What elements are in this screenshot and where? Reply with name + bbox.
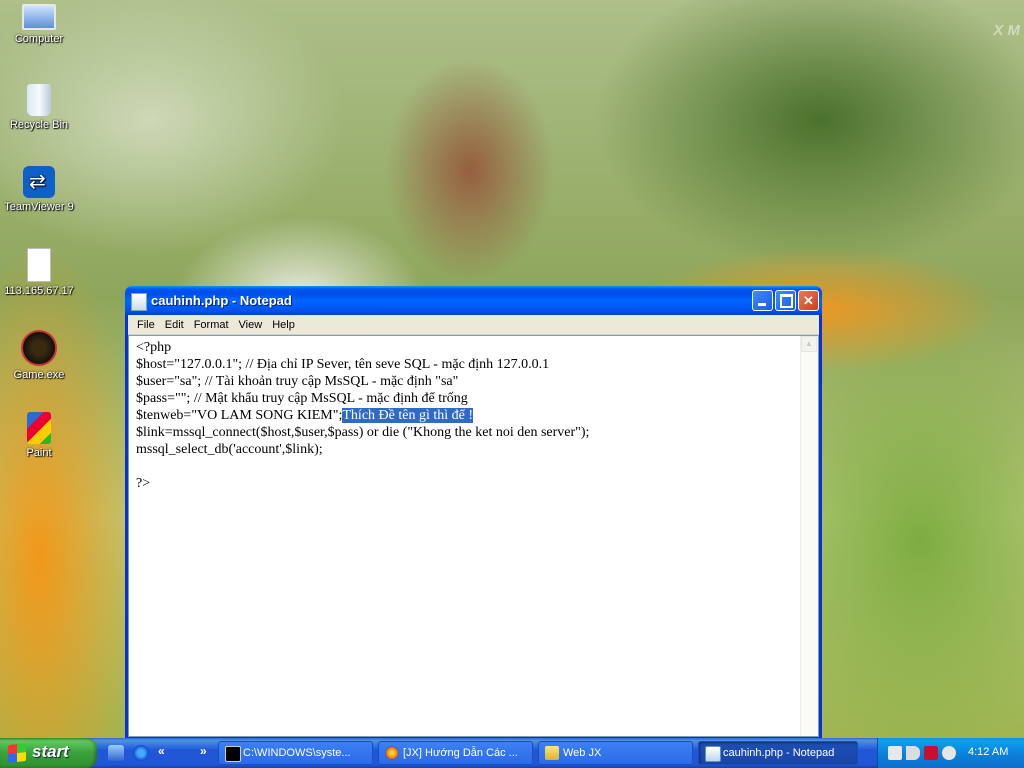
quicklaunch-chevron-icon[interactable]: « — [158, 744, 165, 758]
cmd-icon — [225, 746, 241, 762]
clock[interactable]: 4:12 AM — [968, 746, 1008, 758]
desktop-icon-game[interactable]: Game.exe — [0, 330, 78, 381]
code-line: $user="sa"; // Tài khoản truy cập MsSQL … — [136, 374, 459, 389]
desktop-icon-file[interactable]: 113.165.67.17 — [0, 248, 78, 297]
notepad-icon — [131, 293, 147, 311]
close-button[interactable]: ✕ — [798, 290, 819, 311]
internet-explorer-icon[interactable] — [133, 745, 149, 761]
desktop-icon-paint[interactable]: Paint — [0, 412, 78, 459]
task-label: [JX] Hướng Dẫn Các ... — [403, 747, 518, 759]
taskbar-chevron-icon[interactable]: » — [200, 744, 207, 758]
update-icon[interactable] — [942, 746, 956, 760]
code-line: $pass=""; // Mật khẩu truy cập MsSQL - m… — [136, 391, 468, 406]
task-label: C:\WINDOWS\syste... — [243, 747, 351, 759]
chevron-up-icon: ▲ — [805, 339, 813, 348]
teamviewer-icon — [23, 166, 55, 198]
menu-bar: File Edit Format View Help — [128, 315, 819, 335]
file-icon — [27, 248, 51, 282]
taskbar: start « » C:\WINDOWS\syste... [JX] Hướng… — [0, 738, 1024, 768]
desktop-icon-label: TeamViewer 9 — [4, 201, 74, 213]
computer-icon — [22, 4, 56, 30]
system-tray: 4:12 AM — [877, 738, 1024, 768]
folder-icon — [545, 746, 559, 760]
code-line: <?php — [136, 340, 172, 355]
editor-text[interactable]: <?php $host="127.0.0.1"; // Địa chỉ IP Se… — [129, 336, 801, 736]
desktop-icon-computer[interactable]: Computer — [0, 4, 78, 45]
desktop-icon-label: Computer — [14, 33, 64, 45]
menu-view[interactable]: View — [234, 319, 268, 331]
task-label: Web JX — [563, 747, 602, 759]
desktop-icon-label: Recycle Bin — [9, 119, 69, 131]
antivirus-icon[interactable] — [924, 746, 938, 760]
desktop-icon-teamviewer[interactable]: TeamViewer 9 — [0, 166, 78, 213]
desktop-icon-recycle-bin[interactable]: Recycle Bin — [0, 84, 78, 131]
code-line: ?> — [136, 476, 151, 491]
maximize-icon — [780, 294, 793, 308]
start-button[interactable]: start — [0, 738, 97, 768]
desktop-icon-label: Game.exe — [13, 369, 65, 381]
watermark: X M — [993, 22, 1020, 39]
code-text: $tenweb="VO LAM SONG KIEM"; — [136, 408, 343, 423]
volume-icon[interactable] — [906, 746, 920, 760]
notepad-icon — [705, 746, 721, 762]
window-title: cauhinh.php - Notepad — [151, 293, 292, 308]
desktop-icon-label: Paint — [26, 447, 52, 459]
selected-text[interactable]: Thích Đề tên gì thì để ! — [342, 408, 474, 423]
menu-edit[interactable]: Edit — [160, 319, 189, 331]
task-web-jx[interactable]: Web JX — [538, 741, 693, 765]
menu-help[interactable]: Help — [267, 319, 300, 331]
notepad-window[interactable]: cauhinh.php - Notepad ✕ File Edit Format… — [125, 286, 822, 740]
vertical-scrollbar[interactable]: ▲ — [800, 336, 818, 736]
task-firefox[interactable]: [JX] Hướng Dẫn Các ... — [378, 741, 533, 765]
menu-format[interactable]: Format — [189, 319, 234, 331]
network-icon[interactable] — [888, 746, 902, 760]
menu-file[interactable]: File — [132, 319, 160, 331]
close-icon: ✕ — [803, 293, 814, 308]
code-line: mssql_select_db('account',$link); — [136, 442, 323, 457]
start-label: start — [32, 742, 69, 761]
desktop-icon-label: 113.165.67.17 — [4, 285, 74, 297]
minimize-button[interactable] — [752, 290, 773, 311]
recycle-bin-icon — [27, 84, 51, 116]
code-line: $link=mssql_connect($host,$user,$pass) o… — [136, 425, 590, 440]
code-line: $tenweb="VO LAM SONG KIEM";Thích Đề tên … — [136, 407, 801, 424]
task-cmd[interactable]: C:\WINDOWS\syste... — [218, 741, 373, 765]
scroll-up-button[interactable]: ▲ — [801, 336, 817, 352]
task-label: cauhinh.php - Notepad — [723, 747, 835, 759]
code-line: $host="127.0.0.1"; // Địa chỉ IP Sever, … — [136, 357, 550, 372]
paint-icon — [27, 412, 51, 444]
text-editor[interactable]: <?php $host="127.0.0.1"; // Địa chỉ IP Se… — [128, 335, 819, 737]
show-desktop-icon[interactable] — [108, 745, 124, 761]
minimize-icon — [758, 303, 766, 306]
maximize-button[interactable] — [775, 290, 796, 311]
game-icon — [21, 330, 57, 366]
firefox-icon — [385, 746, 399, 760]
task-notepad[interactable]: cauhinh.php - Notepad — [698, 741, 858, 765]
windows-logo-icon — [8, 743, 26, 763]
title-bar[interactable]: cauhinh.php - Notepad ✕ — [125, 286, 822, 315]
